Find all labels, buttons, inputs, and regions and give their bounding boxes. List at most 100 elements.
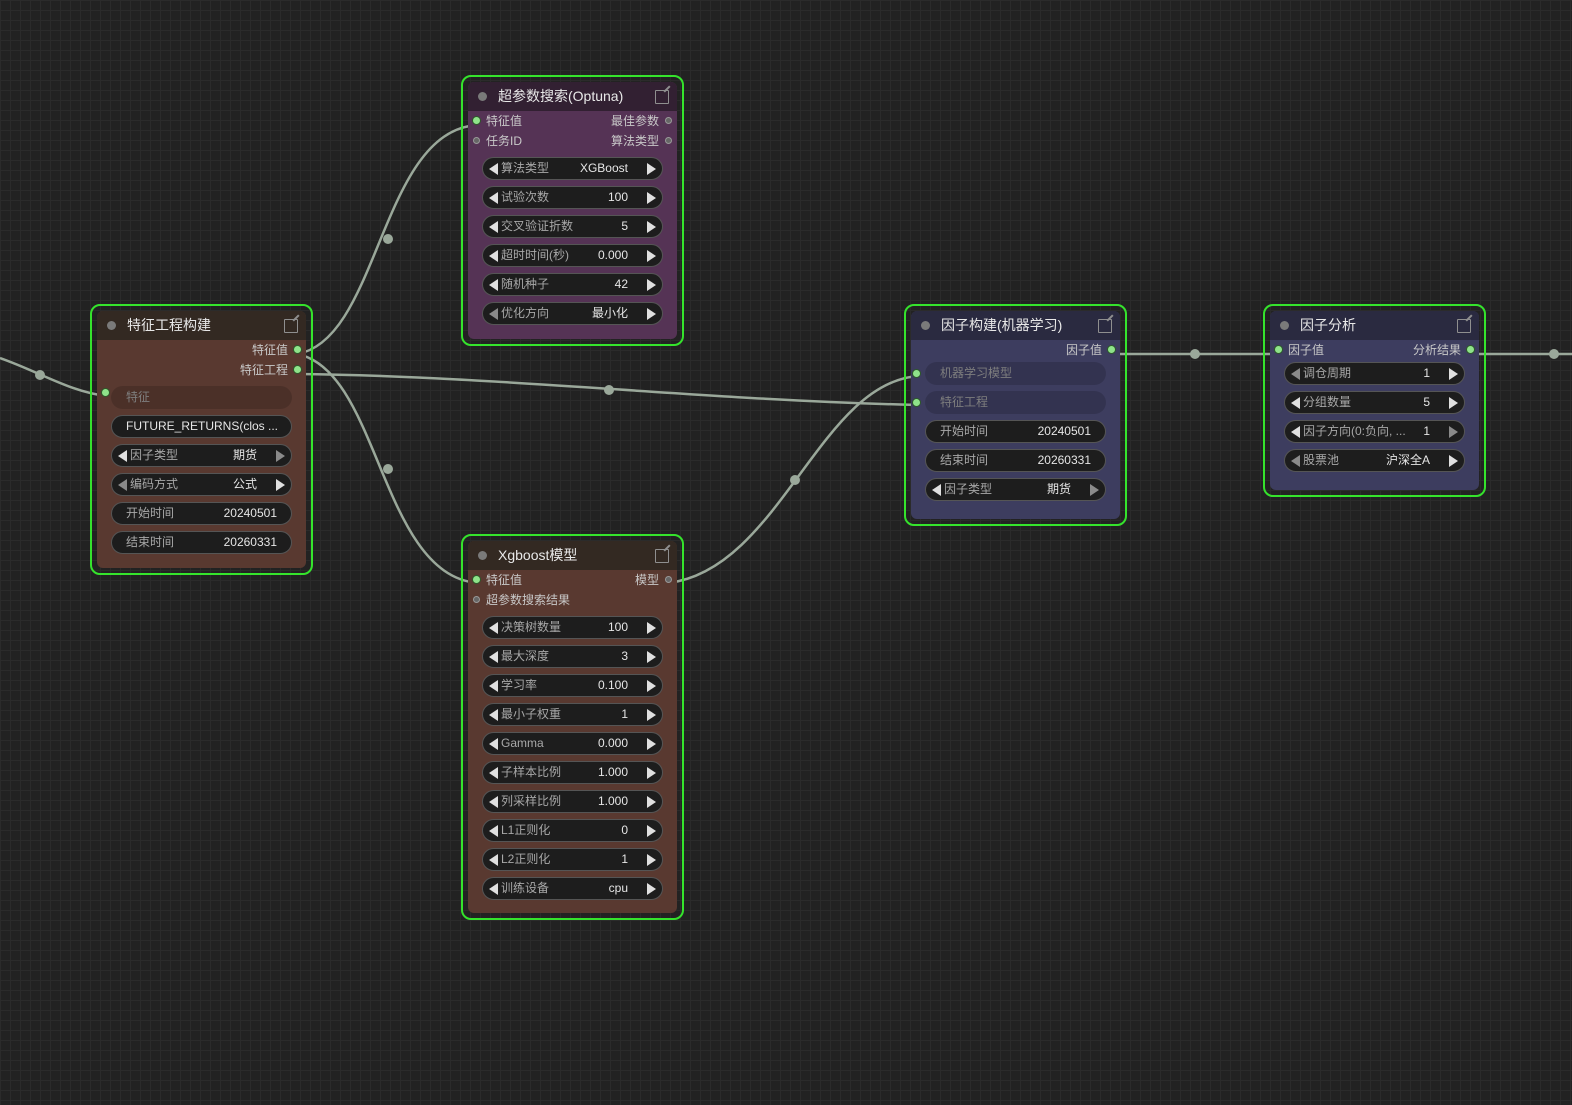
combo-algorithm[interactable]: 算法类型 XGBoost [482, 157, 663, 180]
decrement-arrow-icon[interactable] [489, 221, 498, 233]
decrement-arrow-icon[interactable] [489, 308, 498, 320]
decrement-arrow-icon[interactable] [489, 883, 498, 895]
input-socket[interactable] [473, 137, 480, 144]
edit-icon[interactable] [1457, 319, 1471, 333]
increment-arrow-icon[interactable] [647, 709, 656, 721]
decrement-arrow-icon[interactable] [489, 796, 498, 808]
input-socket[interactable] [473, 117, 480, 124]
number-gamma[interactable]: Gamma 0.000 [482, 732, 663, 755]
collapse-dot-icon[interactable] [1280, 321, 1289, 330]
increment-arrow-icon[interactable] [647, 738, 656, 750]
collapse-dot-icon[interactable] [478, 551, 487, 560]
edit-icon[interactable] [1098, 319, 1112, 333]
increment-arrow-icon[interactable] [647, 825, 656, 837]
input-socket[interactable] [102, 389, 109, 396]
decrement-arrow-icon[interactable] [1291, 455, 1300, 467]
text-end-date[interactable]: 结束时间 20260331 [111, 531, 292, 554]
decrement-arrow-icon[interactable] [1291, 426, 1300, 438]
increment-arrow-icon[interactable] [1449, 397, 1458, 409]
node-optuna[interactable]: 超参数搜索(Optuna) 特征值 最佳参数 任务ID 算法类型 算法类型 XGB… [461, 75, 684, 346]
text-start-date[interactable]: 开始时间 20240501 [925, 420, 1106, 443]
input-socket[interactable] [1275, 346, 1282, 353]
increment-arrow-icon[interactable] [647, 192, 656, 204]
output-socket[interactable] [665, 137, 672, 144]
feature-input-widget[interactable]: 特征 [111, 386, 292, 409]
output-socket[interactable] [1467, 346, 1474, 353]
decrement-arrow-icon[interactable] [489, 163, 498, 175]
input-ml-model[interactable]: 机器学习模型 [913, 362, 1106, 385]
input-socket[interactable] [913, 370, 920, 377]
decrement-arrow-icon[interactable] [118, 479, 127, 491]
number-cv-folds[interactable]: 交叉验证折数 5 [482, 215, 663, 238]
output-socket[interactable] [1108, 346, 1115, 353]
decrement-arrow-icon[interactable] [489, 767, 498, 779]
node-factor-analysis[interactable]: 因子分析 因子值 分析结果 调仓周期 1 分组数量 5 因子方向(0:负向, ...… [1263, 304, 1486, 497]
number-min-child-weight[interactable]: 最小子权重 1 [482, 703, 663, 726]
decrement-arrow-icon[interactable] [489, 279, 498, 291]
increment-arrow-icon[interactable] [647, 854, 656, 866]
decrement-arrow-icon[interactable] [489, 825, 498, 837]
number-factor-direction[interactable]: 因子方向(0:负向, ... 1 [1284, 420, 1465, 443]
input-socket[interactable] [913, 399, 920, 406]
collapse-dot-icon[interactable] [921, 321, 930, 330]
collapse-dot-icon[interactable] [478, 92, 487, 101]
node-factor-ml[interactable]: 因子构建(机器学习) 因子值 机器学习模型 特征工程 开始时间 20240501 … [904, 304, 1127, 526]
output-socket[interactable] [294, 346, 301, 353]
increment-arrow-icon[interactable] [647, 622, 656, 634]
node-title-bar[interactable]: 因子构建(机器学习) [911, 311, 1120, 340]
node-feature-engineering[interactable]: 特征工程构建 特征值 特征工程 特征 FUTURE_RETURNS(clos .… [90, 304, 313, 575]
increment-arrow-icon[interactable] [276, 479, 285, 491]
combo-factor-type[interactable]: 因子类型 期货 [925, 478, 1106, 501]
increment-arrow-icon[interactable] [1449, 368, 1458, 380]
increment-arrow-icon[interactable] [647, 767, 656, 779]
decrement-arrow-icon[interactable] [118, 450, 127, 462]
number-l2[interactable]: L2正则化 1 [482, 848, 663, 871]
decrement-arrow-icon[interactable] [489, 651, 498, 663]
decrement-arrow-icon[interactable] [489, 192, 498, 204]
text-start-date[interactable]: 开始时间 20240501 [111, 502, 292, 525]
number-rebalance-period[interactable]: 调仓周期 1 [1284, 362, 1465, 385]
node-xgboost[interactable]: Xgboost模型 特征值 模型 超参数搜索结果 决策树数量 100 最大深度 3 … [461, 534, 684, 920]
number-learning-rate[interactable]: 学习率 0.100 [482, 674, 663, 697]
number-group-count[interactable]: 分组数量 5 [1284, 391, 1465, 414]
increment-arrow-icon[interactable] [647, 250, 656, 262]
increment-arrow-icon[interactable] [1449, 426, 1458, 438]
input-feature-engineering[interactable]: 特征工程 [913, 391, 1106, 414]
number-timeout[interactable]: 超时时间(秒) 0.000 [482, 244, 663, 267]
combo-stock-pool[interactable]: 股票池 沪深全A [1284, 449, 1465, 472]
increment-arrow-icon[interactable] [647, 796, 656, 808]
increment-arrow-icon[interactable] [647, 883, 656, 895]
node-title-bar[interactable]: Xgboost模型 [468, 541, 677, 570]
output-socket[interactable] [665, 117, 672, 124]
increment-arrow-icon[interactable] [276, 450, 285, 462]
input-socket[interactable] [473, 576, 480, 583]
number-seed[interactable]: 随机种子 42 [482, 273, 663, 296]
number-max-depth[interactable]: 最大深度 3 [482, 645, 663, 668]
increment-arrow-icon[interactable] [647, 279, 656, 291]
decrement-arrow-icon[interactable] [489, 709, 498, 721]
decrement-arrow-icon[interactable] [489, 738, 498, 750]
decrement-arrow-icon[interactable] [1291, 397, 1300, 409]
number-trials[interactable]: 试验次数 100 [482, 186, 663, 209]
node-title-bar[interactable]: 超参数搜索(Optuna) [468, 82, 677, 111]
decrement-arrow-icon[interactable] [932, 484, 941, 496]
decrement-arrow-icon[interactable] [489, 854, 498, 866]
combo-direction[interactable]: 优化方向 最小化 [482, 302, 663, 325]
node-title-bar[interactable]: 因子分析 [1270, 311, 1479, 340]
decrement-arrow-icon[interactable] [489, 622, 498, 634]
decrement-arrow-icon[interactable] [489, 680, 498, 692]
decrement-arrow-icon[interactable] [1291, 368, 1300, 380]
edit-icon[interactable] [655, 549, 669, 563]
increment-arrow-icon[interactable] [1449, 455, 1458, 467]
number-l1[interactable]: L1正则化 0 [482, 819, 663, 842]
decrement-arrow-icon[interactable] [489, 250, 498, 262]
combo-device[interactable]: 训练设备 cpu [482, 877, 663, 900]
increment-arrow-icon[interactable] [647, 308, 656, 320]
number-n-estimators[interactable]: 决策树数量 100 [482, 616, 663, 639]
number-colsample[interactable]: 列采样比例 1.000 [482, 790, 663, 813]
increment-arrow-icon[interactable] [1090, 484, 1099, 496]
increment-arrow-icon[interactable] [647, 680, 656, 692]
input-socket[interactable] [473, 596, 480, 603]
collapse-dot-icon[interactable] [107, 321, 116, 330]
formula-text-widget[interactable]: FUTURE_RETURNS(clos ... [111, 415, 292, 438]
